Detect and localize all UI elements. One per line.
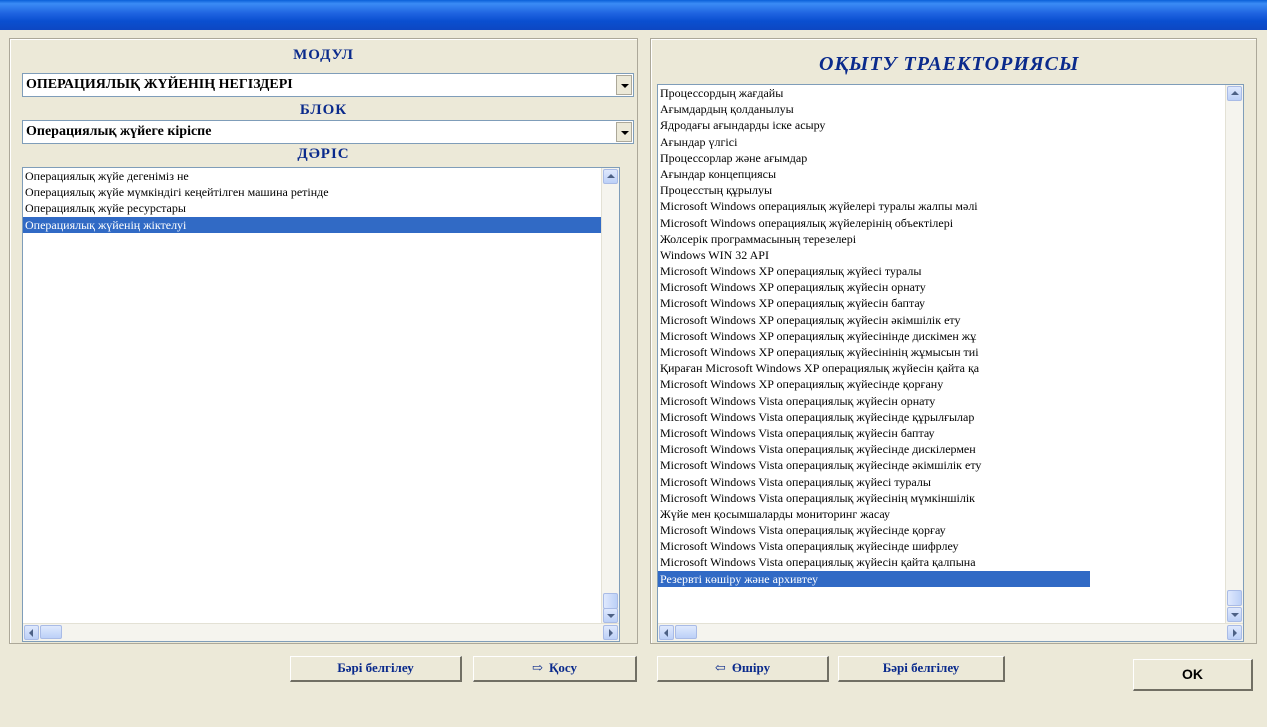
add-button-label: Қосу [548,660,577,675]
trajectory-list-item[interactable]: Microsoft Windows Vista операциялық жүйе… [658,409,1090,425]
trajectory-list-item[interactable]: Microsoft Windows XP операциялық жүйесін… [658,312,1090,328]
remove-button[interactable]: ⇦ Өшіру [657,656,829,682]
select-all-right-label: Бәрі белгілеу [882,660,960,675]
trajectory-list-item[interactable]: Процессордың жағдайы [658,85,1090,101]
trajectory-list-item[interactable]: Microsoft Windows XP операциялық жүйесін… [658,344,1090,360]
block-select[interactable]: Операциялық жүйеге кіріспе [22,120,634,144]
scroll-down-button[interactable] [603,608,618,623]
trajectory-list-item[interactable]: Windows WIN 32 API [658,247,1090,263]
arrow-right-icon: ⇨ [532,660,543,675]
window-titlebar [0,0,1267,30]
arrow-right-icon [609,629,613,637]
trajectory-list-item[interactable]: Microsoft Windows Vista операциялық жүйе… [658,554,1090,570]
ok-button-label: OK [1182,666,1203,682]
arrow-left-icon [29,629,33,637]
trajectory-list-item[interactable]: Microsoft Windows XP операциялық жүйесі … [658,263,1090,279]
scroll-thumb[interactable] [40,625,62,639]
scroll-thumb[interactable] [603,593,618,609]
select-all-left-label: Бәрі белгілеу [337,660,414,675]
trajectory-horizontal-scrollbar[interactable] [658,623,1243,641]
right-panel: ОҚЫТУ ТРАЕКТОРИЯСЫ Процессордың жағдайы А… [650,38,1257,644]
select-all-left-button[interactable]: Бәрі белгілеу [290,656,462,682]
trajectory-list-item[interactable]: Ағындар үлгісі [658,134,1090,150]
select-all-right-button[interactable]: Бәрі белгілеу [838,656,1005,682]
add-button[interactable]: ⇨ Қосу [473,656,637,682]
arrow-down-icon [607,614,615,618]
trajectory-list-item[interactable]: Жүйе мен қосымшаларды мониторинг жасау [658,506,1090,522]
module-dropdown-button[interactable] [616,75,632,95]
lecture-list-item[interactable]: Операциялық жүйе дегеніміз не [23,168,603,184]
trajectory-list-item[interactable]: Microsoft Windows Vista операциялық жүйе… [658,538,1090,554]
trajectory-list-item[interactable]: Microsoft Windows операциялық жүйелеріні… [658,215,1090,231]
scroll-thumb[interactable] [1227,590,1242,606]
trajectory-list-item[interactable]: Процессорлар және ағымдар [658,150,1090,166]
remove-button-label: Өшіру [731,660,771,675]
chevron-down-icon [621,131,629,135]
trajectory-list-item[interactable]: Ағындар концепциясы [658,166,1090,182]
trajectory-list-item[interactable]: Ағымдардың қолданылуы [658,101,1090,117]
trajectory-list-item[interactable]: Microsoft Windows Vista операциялық жүйе… [658,441,1090,457]
ok-button[interactable]: OK [1133,659,1253,691]
scroll-up-button[interactable] [1227,86,1242,101]
trajectory-list-item[interactable]: Microsoft Windows Vista операциялық жүйе… [658,474,1090,490]
trajectory-list-item[interactable]: Microsoft Windows XP операциялық жүйесін… [658,328,1090,344]
trajectory-list-item[interactable]: Microsoft Windows Vista операциялық жүйе… [658,425,1090,441]
trajectory-list-item[interactable]: Microsoft Windows Vista операциялық жүйе… [658,490,1090,506]
trajectory-vertical-scrollbar[interactable] [1225,85,1243,624]
scroll-right-button[interactable] [1227,625,1242,640]
arrow-left-icon [664,629,668,637]
trajectory-list-item[interactable]: Жолсерік программасының терезелері [658,231,1090,247]
lecture-list[interactable]: Операциялық жүйе дегеніміз не Операциялық… [22,167,620,642]
trajectory-list-item[interactable]: Қираған Microsoft Windows XP операциялық… [658,360,1090,376]
arrow-up-icon [607,174,615,178]
scroll-thumb[interactable] [675,625,697,639]
arrow-down-icon [1231,613,1239,617]
trajectory-list-item[interactable]: Резервті көшіру және архивтеу [658,570,1090,587]
trajectory-list-item[interactable]: Microsoft Windows Vista операциялық жүйе… [658,522,1090,538]
trajectory-list-item[interactable]: Microsoft Windows XP операциялық жүйесін… [658,295,1090,311]
block-select-value: Операциялық жүйеге кіріспе [26,124,212,139]
trajectory-list-item[interactable]: Microsoft Windows XP операциялық жүйесін… [658,376,1090,392]
trajectory-list[interactable]: Процессордың жағдайы Ағымдардың қолданылу… [657,84,1244,642]
trajectory-list-item[interactable]: Microsoft Windows Vista операциялық жүйе… [658,457,1090,473]
trajectory-list-item[interactable]: Процесстың құрылуы [658,182,1090,198]
trajectory-list-item[interactable]: Ядродағы ағындарды іске асыру [658,117,1090,133]
arrow-up-icon [1231,91,1239,95]
left-panel: МОДУЛ ОПЕРАЦИЯЛЫҚ ЖҮЙЕНІҢ НЕГІЗДЕРІ БЛОК… [9,38,638,644]
scroll-left-button[interactable] [659,625,674,640]
block-dropdown-button[interactable] [616,122,632,142]
lecture-vertical-scrollbar[interactable] [601,168,619,624]
arrow-right-icon [1233,629,1237,637]
lecture-list-item[interactable]: Операциялық жүйе мүмкіндігі кеңейтілген … [23,184,603,200]
lecture-horizontal-scrollbar[interactable] [23,623,619,641]
module-select[interactable]: ОПЕРАЦИЯЛЫҚ ЖҮЙЕНІҢ НЕГІЗДЕРІ [22,73,634,97]
trajectory-title: ОҚЫТУ ТРАЕКТОРИЯСЫ [819,53,1080,75]
trajectory-list-item[interactable]: Microsoft Windows XP операциялық жүйесін… [658,279,1090,295]
scroll-left-button[interactable] [24,625,39,640]
module-label: МОДУЛ [293,47,354,63]
lecture-list-item[interactable]: Операциялық жүйенің жіктелуі [23,216,603,233]
scroll-right-button[interactable] [603,625,618,640]
lecture-list-item[interactable]: Операциялық жүйе ресурстары [23,200,603,216]
scroll-up-button[interactable] [603,169,618,184]
lecture-label: ДӘРІС [297,146,350,162]
arrow-left-icon: ⇦ [714,660,726,675]
trajectory-list-item[interactable]: Microsoft Windows операциялық жүйелері т… [658,198,1090,214]
block-label: БЛОК [299,102,348,118]
scroll-down-button[interactable] [1227,607,1242,622]
module-select-value: ОПЕРАЦИЯЛЫҚ ЖҮЙЕНІҢ НЕГІЗДЕРІ [26,77,293,92]
chevron-down-icon [621,84,629,88]
trajectory-list-item[interactable]: Microsoft Windows Vista операциялық жүйе… [658,393,1090,409]
